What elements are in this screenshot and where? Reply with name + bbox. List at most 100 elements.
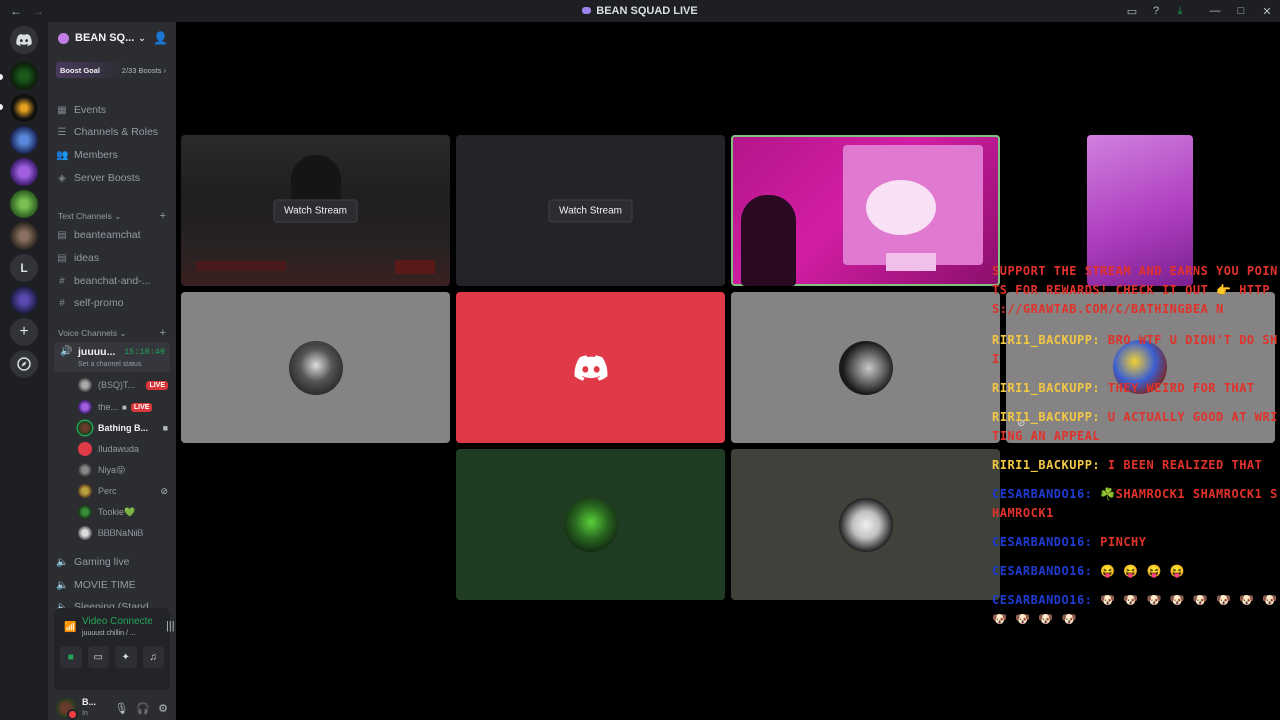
- add-server-icon[interactable]: +: [10, 318, 38, 346]
- server-name: BEAN SQ...: [75, 32, 135, 44]
- voice-channel-label: MOVIE TIME: [74, 579, 136, 591]
- menu-events[interactable]: ▦ Events: [56, 100, 170, 120]
- add-server-plus: +: [19, 323, 29, 340]
- participant-tile[interactable]: [731, 292, 1000, 443]
- boost-goal-label: Boost Goal: [60, 65, 101, 75]
- speaker-icon: 🔈: [56, 579, 69, 591]
- activities-button[interactable]: ✦: [115, 646, 137, 668]
- inbox-icon[interactable]: ▭: [1120, 0, 1144, 22]
- voice-member[interactable]: (BSQ)T... LIVE: [78, 376, 168, 394]
- channel-label: ideas: [74, 252, 100, 264]
- user-info[interactable]: B... In: [82, 697, 96, 718]
- channel-beanteamchat[interactable]: ▤ beanteamchat: [56, 225, 170, 245]
- chat-message: CESARBANDO16: 🐶 🐶 🐶 🐶 🐶 🐶 🐶 🐶 🐶 🐶 🐶 🐶: [992, 591, 1280, 629]
- stream-tile[interactable]: Watch Stream: [181, 135, 450, 286]
- add-member-icon[interactable]: 👤: [153, 31, 168, 45]
- active-voice-channel[interactable]: 🔊 juuuu... 15:18:49 Set a channel status: [54, 342, 170, 372]
- discord-logo-icon: [574, 354, 607, 381]
- discord-home-icon[interactable]: [10, 26, 38, 54]
- server-green-star-icon[interactable]: [10, 62, 38, 90]
- camera-button[interactable]: ■: [60, 646, 82, 668]
- avatar: [78, 505, 92, 519]
- participant-tile[interactable]: [456, 449, 725, 600]
- stream-tile[interactable]: Watch Stream: [456, 135, 725, 286]
- voice-channel-movie-time[interactable]: 🔈 MOVIE TIME: [56, 575, 170, 595]
- back-arrow-icon[interactable]: ←: [10, 4, 22, 18]
- screen-share-button[interactable]: ▭: [87, 646, 109, 668]
- close-button[interactable]: ✕: [1254, 0, 1280, 22]
- menu-server-boosts-label: Server Boosts: [74, 172, 140, 184]
- channel-beanchat[interactable]: # beanchat-and-...: [56, 271, 170, 291]
- participant-avatar: [288, 340, 343, 395]
- chat-text: THEY WEIRD FOR THAT: [1107, 381, 1255, 395]
- participant-tile[interactable]: [731, 449, 1000, 600]
- download-icon[interactable]: ⤓: [1168, 0, 1192, 22]
- server-header[interactable]: BEAN SQ... ⌄ 👤: [48, 22, 176, 54]
- avatar: [78, 484, 92, 498]
- channel-label: beanchat-and-...: [74, 275, 151, 287]
- voice-member[interactable]: ᏴᏴᏴNaNᎥᎥᏴ: [78, 524, 168, 542]
- soundboard-button[interactable]: ♫: [142, 646, 164, 668]
- discover-compass-icon[interactable]: [10, 350, 38, 378]
- voice-member[interactable]: Bathing B... ■: [78, 419, 168, 437]
- add-channel-icon[interactable]: +: [160, 327, 166, 339]
- hash-icon: #: [59, 275, 65, 287]
- voice-member[interactable]: Tookie💚: [78, 503, 168, 521]
- camera-icon: ■: [162, 423, 168, 433]
- noise-suppression-icon[interactable]: |||: [166, 620, 175, 632]
- server-green-pack-icon[interactable]: [10, 190, 38, 218]
- microphone-icon[interactable]: 🎙: [114, 702, 128, 715]
- headphones-icon[interactable]: 🎧: [136, 702, 150, 715]
- participant-avatar: [838, 340, 893, 395]
- voice-connected-panel: 📶 Video Connected juuuust chillin / ... …: [54, 608, 175, 690]
- title-bar: ← → BEAN SQUAD LIVE ▭ ? ⤓ — □ ✕: [0, 0, 1280, 22]
- chat-text: SUPPORT THE STREAM AND EARNS YOU POINTS …: [992, 264, 1278, 316]
- voice-member[interactable]: Perc ⊘: [78, 482, 168, 500]
- minimize-button[interactable]: —: [1202, 0, 1228, 22]
- maximize-button[interactable]: □: [1228, 0, 1254, 22]
- menu-server-boosts[interactable]: ◈ Server Boosts: [56, 168, 170, 188]
- voice-member[interactable]: the... ■ LIVE: [78, 398, 168, 416]
- chat-message: RIRI1_BACKUPP: THEY WEIRD FOR THAT: [992, 379, 1280, 398]
- server-bsq-icon[interactable]: [10, 158, 38, 186]
- member-name: Bathing B...: [98, 423, 148, 433]
- menu-members-label: Members: [74, 149, 118, 161]
- voice-member[interactable]: Iludawuda: [78, 440, 168, 458]
- chevron-down-icon: ⌄: [138, 32, 146, 43]
- server-letter-icon[interactable]: L: [10, 254, 38, 282]
- help-icon[interactable]: ?: [1144, 0, 1168, 22]
- menu-members[interactable]: 👥 Members: [56, 145, 170, 165]
- camera-tile[interactable]: [731, 135, 1000, 286]
- watch-stream-button[interactable]: Watch Stream: [548, 199, 633, 222]
- avatar: [78, 526, 92, 540]
- voice-action-buttons: ■ ▭ ✦ ♫: [60, 646, 164, 668]
- channel-self-promo[interactable]: # self-promo: [56, 293, 170, 313]
- server-photo-icon[interactable]: [10, 222, 38, 250]
- user-avatar[interactable]: [56, 698, 78, 720]
- voice-connected-subtitle[interactable]: juuuust chillin / ...: [82, 630, 136, 637]
- channel-ideas[interactable]: ▤ ideas: [56, 248, 170, 268]
- live-badge: LIVE: [130, 402, 153, 412]
- voice-channels-category[interactable]: Voice Channels ⌄ +: [58, 326, 166, 340]
- participant-tile[interactable]: [456, 292, 725, 443]
- avatar: [78, 463, 92, 477]
- text-channels-category[interactable]: Text Channels ⌄ +: [58, 209, 166, 223]
- forward-arrow-icon[interactable]: →: [32, 4, 44, 18]
- settings-gear-icon[interactable]: ⚙: [158, 702, 168, 715]
- signal-icon[interactable]: 📶: [64, 622, 76, 633]
- server-gamer-icon[interactable]: [10, 126, 38, 154]
- member-name: the...: [98, 402, 119, 412]
- channel-status-input[interactable]: Set a channel status: [78, 361, 141, 368]
- participant-tile[interactable]: [181, 292, 450, 443]
- add-channel-icon[interactable]: +: [160, 210, 166, 222]
- voice-channel-label: Gaming live: [74, 556, 130, 568]
- voice-channel-gaming-live[interactable]: 🔈 Gaming live: [56, 552, 170, 572]
- menu-channels-roles[interactable]: ☰ Channels & Roles: [56, 122, 170, 142]
- voice-timer: 15:18:49: [124, 347, 165, 357]
- voice-member[interactable]: Niya😝: [78, 461, 168, 479]
- boost-goal-bar[interactable]: Boost Goal 2/33 Boosts ›: [56, 62, 170, 78]
- server-crescent-icon[interactable]: [10, 94, 38, 122]
- server-purple-orb-icon[interactable]: [10, 286, 38, 314]
- channel-label: self-promo: [74, 297, 124, 309]
- watch-stream-button[interactable]: Watch Stream: [273, 199, 358, 222]
